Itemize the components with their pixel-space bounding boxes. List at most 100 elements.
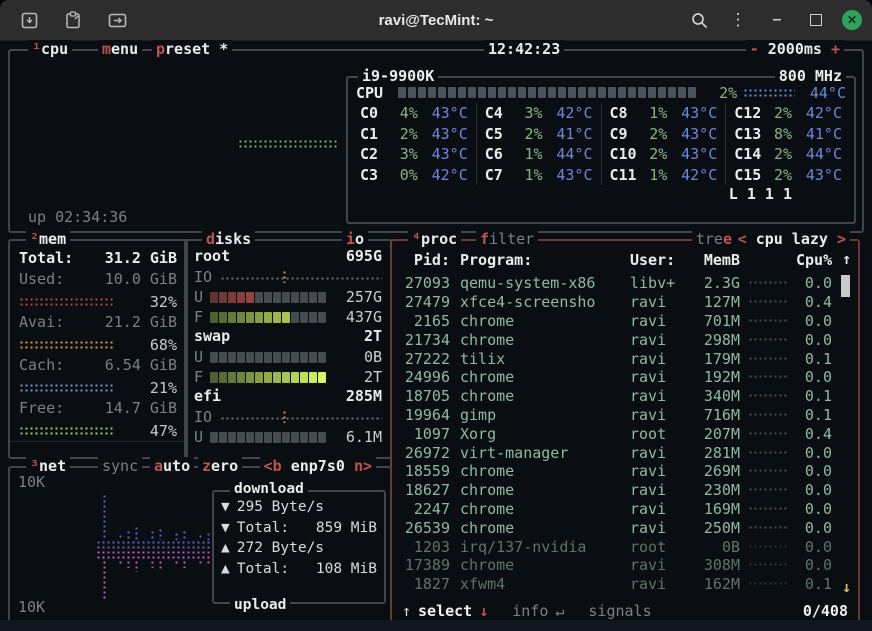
disk-bar-row: U257G — [194, 287, 382, 307]
select-down-icon[interactable]: ↓ — [479, 602, 488, 620]
net-graph-column — [134, 560, 140, 572]
process-cpu-graph — [748, 544, 788, 550]
scrollbar-thumb[interactable] — [841, 275, 850, 297]
bar-block — [282, 312, 290, 323]
process-row[interactable]: 2247chromeravi169M0.0 — [400, 500, 830, 519]
process-cpu-graph — [748, 337, 788, 343]
close-button[interactable]: ✕ — [842, 10, 862, 30]
select-button[interactable]: select — [418, 602, 472, 620]
sync-toggle[interactable]: sync — [98, 457, 142, 475]
process-row[interactable]: 17389chromeravi308M0.0 — [400, 556, 830, 575]
download-label: download — [230, 481, 308, 497]
up-arrow-icon: ▲ — [221, 561, 230, 577]
process-row[interactable]: 1827xfwm4ravi162M0.1 — [400, 575, 830, 594]
bar-block — [246, 352, 254, 363]
refresh-interval: - 2000ms + — [746, 40, 844, 58]
download-graph-baseline — [96, 540, 214, 549]
filter-button[interactable]: filter — [476, 230, 538, 248]
interface-selector[interactable]: <b enp7s0 n> — [260, 457, 376, 475]
process-count: 0/408 — [803, 602, 848, 620]
process-mem: 162M — [688, 575, 740, 593]
cpu-core-column: C122%42°CC138%41°CC142%44°CC152%43°C — [725, 103, 850, 185]
process-row[interactable]: 26539chromeravi250M0.0 — [400, 518, 830, 537]
bar-block — [246, 292, 254, 303]
minimize-button[interactable]: – — [764, 8, 790, 32]
core-temp: 42°C — [418, 166, 468, 184]
process-user: ravi — [630, 387, 688, 405]
scroll-down-icon[interactable]: ↓ — [842, 578, 851, 596]
process-row[interactable]: 24996chromeravi192M0.0 — [400, 368, 830, 387]
maximize-button[interactable] — [803, 8, 829, 32]
process-row[interactable]: 1097Xorgroot207M0.4 — [400, 424, 830, 443]
signals-button[interactable]: signals — [588, 602, 651, 620]
io-toggle[interactable]: io — [342, 230, 368, 248]
mem-meter — [19, 340, 113, 350]
net-graph-column — [150, 560, 156, 568]
core-name: C1 — [360, 125, 396, 143]
interval-minus-button[interactable]: - — [750, 40, 759, 58]
auto-toggle[interactable]: auto — [150, 457, 194, 475]
sort-next-button[interactable]: > — [837, 230, 846, 248]
new-session-down-icon[interactable] — [16, 8, 42, 32]
process-user: ravi — [630, 406, 688, 424]
core-temp: 41°C — [792, 125, 842, 143]
core-temp: 43°C — [792, 166, 842, 184]
titlebar[interactable]: ravi@TecMint: ~ ⋮ – ✕ — [0, 0, 872, 41]
mem-row-value: 6.54 GiB — [105, 356, 177, 377]
core-name: C3 — [360, 166, 396, 184]
bar-block — [219, 432, 227, 443]
bar-block — [538, 87, 546, 98]
core-temp: 43°C — [667, 145, 717, 163]
bar-block — [264, 292, 272, 303]
process-row[interactable]: 1203irq/137-nvidiaroot0B0.0 — [400, 537, 830, 556]
new-session-right-icon[interactable] — [104, 8, 130, 32]
paste-icon[interactable] — [60, 8, 86, 32]
process-mem: 127M — [688, 293, 740, 311]
process-row[interactable]: 27093qemu-system-x86libv+2.3G0.0 — [400, 274, 830, 293]
load-average: L 1 1 1 — [348, 185, 854, 205]
net-graph-column — [182, 530, 188, 540]
core-name: C10 — [610, 145, 646, 163]
menu-button[interactable]: menu — [98, 40, 142, 58]
process-row[interactable]: 27479xfce4-screenshoravi127M0.4 — [400, 293, 830, 312]
select-up-icon[interactable]: ↑ — [402, 602, 411, 620]
bar-block — [291, 372, 299, 383]
process-program: chrome — [450, 556, 630, 574]
process-mem: 250M — [688, 519, 740, 537]
core-temp: 42°C — [543, 104, 593, 122]
bar-block — [300, 312, 308, 323]
interval-plus-button[interactable]: + — [831, 40, 840, 58]
cpu-core-cell: C71%43°C — [485, 165, 593, 186]
disks-box-title[interactable]: disks — [202, 230, 255, 248]
info-button[interactable]: info — [512, 602, 548, 620]
core-percent: 1% — [646, 166, 668, 184]
search-icon[interactable] — [686, 8, 712, 32]
process-row[interactable]: 26972virt-managerravi281M0.0 — [400, 443, 830, 462]
process-row[interactable]: 18627chromeravi230M0.0 — [400, 481, 830, 500]
mem-row: Used:10.0 GiB — [19, 270, 177, 291]
cpu-total-percent: 2% — [702, 84, 738, 102]
process-row[interactable]: 27222tilixravi179M0.1 — [400, 349, 830, 368]
net-graph-column — [174, 560, 180, 566]
scroll-up-icon[interactable]: ↑ — [842, 250, 851, 268]
process-row[interactable]: 21734chromeravi298M0.0 — [400, 330, 830, 349]
bar-block — [237, 372, 245, 383]
cpu-core-cell: C61%44°C — [485, 144, 593, 165]
process-cpu: 0.0 — [796, 312, 832, 330]
process-pid: 17389 — [400, 556, 450, 574]
process-cpu: 0.0 — [796, 462, 832, 480]
process-row[interactable]: 18705chromeravi340M0.1 — [400, 387, 830, 406]
sort-prev-button[interactable]: < — [738, 230, 747, 248]
process-row[interactable]: 18559chromeravi269M0.0 — [400, 462, 830, 481]
preset-button[interactable]: preset * — [152, 40, 232, 58]
net-graph-column — [126, 560, 132, 568]
sort-selector[interactable]: < cpu lazy > — [734, 230, 850, 248]
process-row[interactable]: 19964gimpravi716M0.1 — [400, 406, 830, 425]
tree-toggle[interactable]: tree — [692, 230, 736, 248]
process-row[interactable]: 2165chromeravi701M0.0 — [400, 312, 830, 331]
mem-row-value: 31.2 GiB — [105, 249, 177, 270]
menu-kebab-icon[interactable]: ⋮ — [725, 8, 751, 32]
zero-toggle[interactable]: zero — [198, 457, 242, 475]
cpu-core-cell: C04%43°C — [360, 103, 468, 124]
uptime-label: up 02:34:36 — [28, 208, 127, 226]
